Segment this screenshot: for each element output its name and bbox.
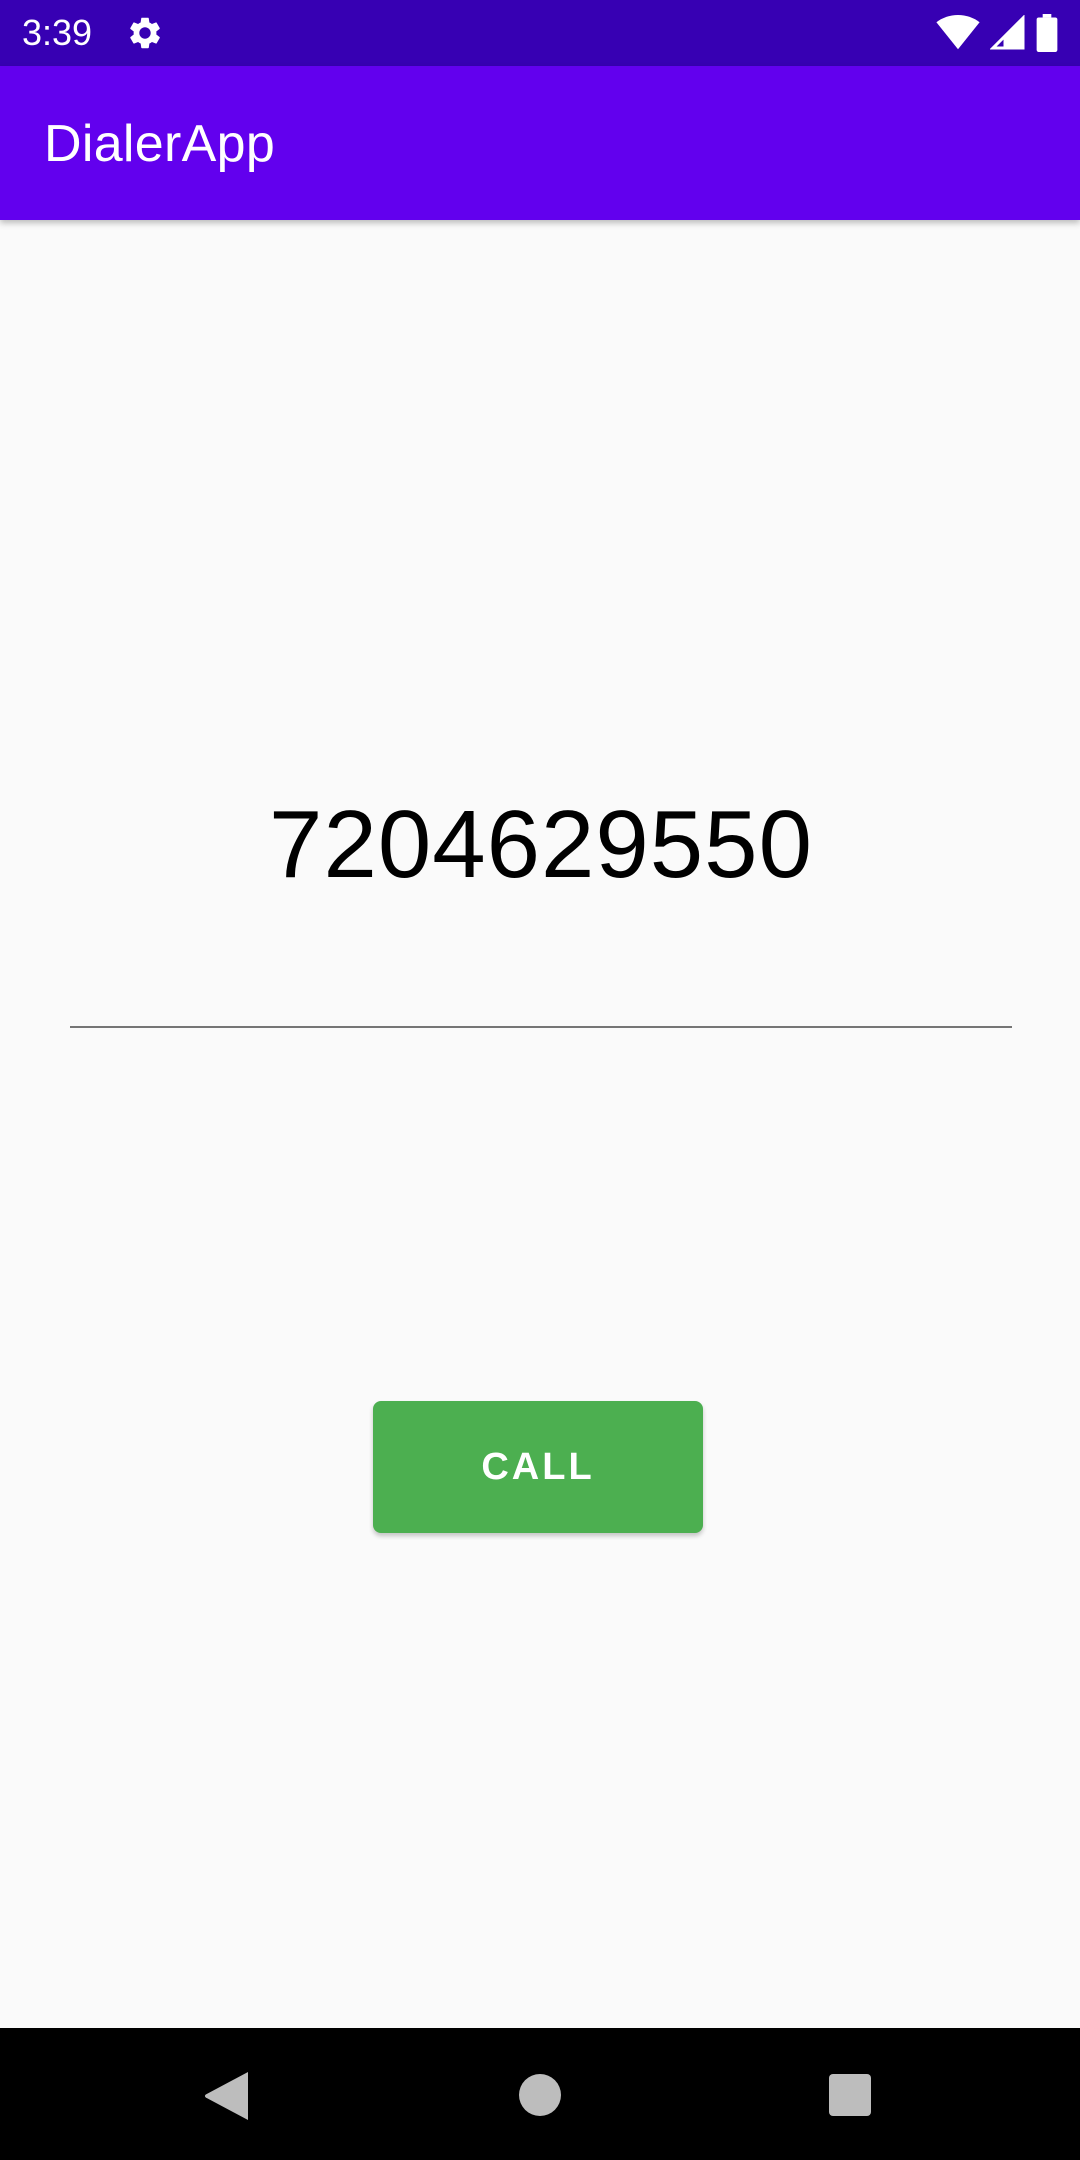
status-icons	[936, 14, 1058, 52]
recents-icon[interactable]	[829, 2074, 871, 2116]
screen: 3:39 DialerApp 7204629550 CALL	[0, 0, 1080, 2160]
battery-icon	[1036, 14, 1058, 52]
phone-number-field[interactable]: 7204629550	[70, 780, 1012, 1030]
status-time: 3:39	[22, 12, 93, 53]
settings-icon	[130, 17, 160, 49]
app-bar: DialerApp	[0, 66, 1080, 220]
phone-number-underline	[70, 1026, 1012, 1028]
status-bar: 3:39	[0, 0, 1080, 66]
app-title: DialerApp	[44, 115, 276, 173]
navigation-bar	[0, 2028, 1080, 2160]
home-icon[interactable]	[519, 2074, 561, 2116]
cell-signal-icon	[990, 15, 1025, 50]
back-icon[interactable]	[204, 2072, 248, 2120]
wifi-icon	[936, 15, 980, 50]
call-button[interactable]: CALL	[373, 1401, 703, 1533]
dialer-content: 7204629550 CALL	[0, 220, 1080, 2028]
phone-number-value[interactable]: 7204629550	[70, 780, 1012, 910]
